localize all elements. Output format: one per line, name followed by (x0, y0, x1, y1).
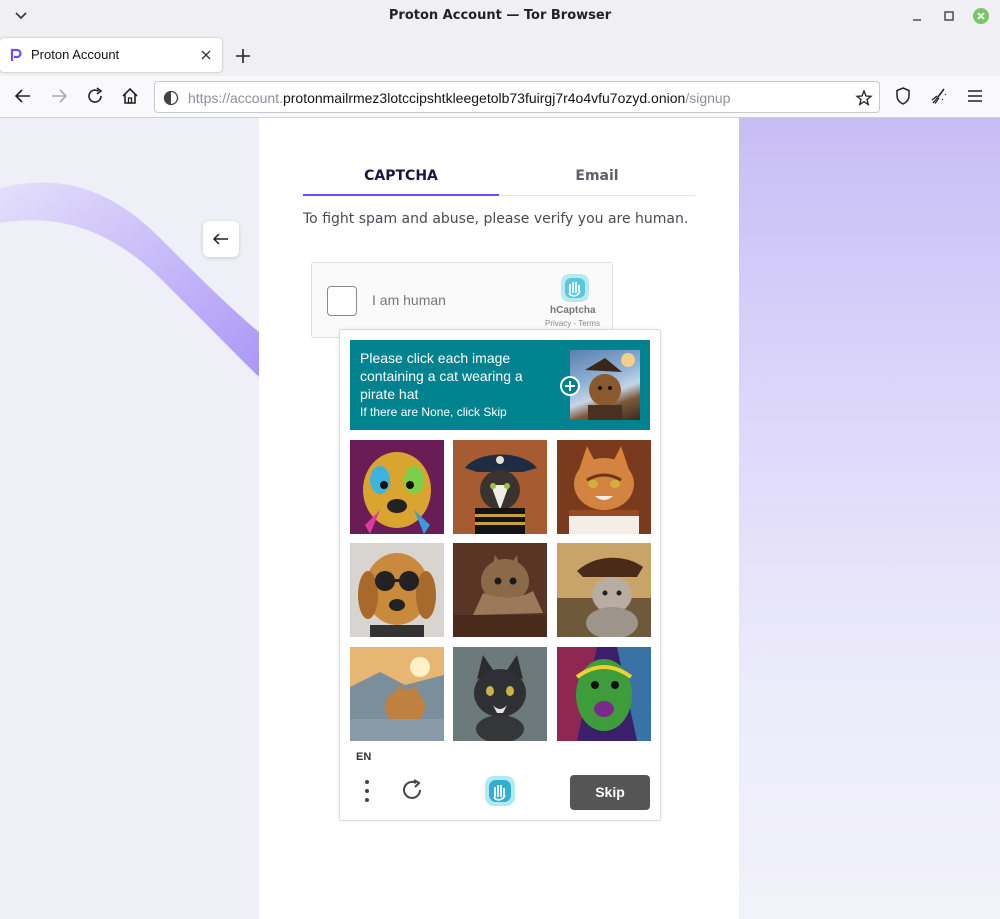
navigation-bar: https://account.protonmailrmez3lotccipsh… (0, 76, 1000, 118)
forward-icon[interactable] (49, 86, 69, 106)
window-title: Proton Account — Tor Browser (388, 8, 612, 23)
image-tile-cat-tabby[interactable] (557, 440, 651, 534)
back-button[interactable] (203, 221, 239, 257)
skip-button[interactable]: Skip (570, 775, 650, 810)
tab-proton-account[interactable]: Proton Account (0, 38, 222, 72)
title-bar: Proton Account — Tor Browser (0, 0, 1000, 32)
image-tile-cat-black-kitten[interactable] (453, 647, 547, 741)
challenge-prompt: Please click each image containing a cat… (350, 340, 650, 430)
maximize-icon[interactable] (939, 6, 959, 26)
url-text[interactable]: https://account.protonmailrmez3lotccipsh… (188, 90, 730, 106)
hcaptcha-widget: I am human hCaptcha Privacy - Terms (311, 262, 613, 338)
onion-site-icon[interactable] (163, 90, 179, 106)
page-content: CAPTCHA Email To fight spam and abuse, p… (0, 118, 1000, 919)
url-prefix: https://account. (188, 90, 283, 106)
bookmark-star-icon[interactable] (855, 89, 873, 107)
home-icon[interactable] (120, 86, 140, 106)
new-tab-icon[interactable] (233, 46, 253, 66)
tab-email[interactable]: Email (499, 164, 695, 196)
signup-panel: CAPTCHA Email To fight spam and abuse, p… (259, 118, 739, 919)
reload-icon[interactable] (85, 86, 105, 106)
url-bar[interactable]: https://account.protonmailrmez3lotccipsh… (154, 81, 880, 113)
back-icon[interactable] (13, 86, 33, 106)
image-tile-dog-sunglasses[interactable] (350, 543, 444, 637)
new-identity-broom-icon[interactable] (929, 86, 949, 106)
hcaptcha-logo-icon[interactable] (483, 774, 517, 808)
url-host: protonmailrmez3lotccipshtkleegetolb73fui… (282, 90, 686, 106)
minimize-icon[interactable] (907, 6, 927, 26)
more-options-icon[interactable] (357, 778, 377, 804)
close-tab-icon[interactable] (199, 48, 213, 62)
shield-icon[interactable] (893, 86, 913, 106)
language-selector[interactable]: EN (356, 751, 371, 763)
human-checkbox[interactable] (327, 286, 357, 316)
image-tile-cat-pirate-hat[interactable] (453, 440, 547, 534)
human-checkbox-label: I am human (372, 292, 446, 308)
hcaptcha-brand: hCaptcha (550, 305, 596, 316)
verify-instruction: To fight spam and abuse, please verify y… (303, 211, 689, 227)
image-tile-cat-tabby-leaning[interactable] (453, 543, 547, 637)
image-tile-dog-rainbow-2[interactable] (557, 647, 651, 741)
image-tile-dog-rainbow[interactable] (350, 440, 444, 534)
tab-label: Proton Account (31, 47, 120, 62)
tab-captcha[interactable]: CAPTCHA (303, 164, 499, 196)
url-path: /signup (685, 90, 731, 106)
hcaptcha-links[interactable]: Privacy - Terms (545, 319, 600, 328)
captcha-challenge: Please click each image containing a cat… (339, 329, 661, 821)
verification-tabs: CAPTCHA Email (303, 164, 695, 196)
arrow-left-icon (212, 233, 228, 245)
expand-plus-icon[interactable] (559, 375, 581, 397)
hamburger-menu-icon[interactable] (965, 86, 985, 106)
background-right (738, 118, 1000, 919)
proton-favicon-icon (10, 48, 22, 61)
image-tile-cat-mountain-sunset[interactable] (350, 647, 444, 741)
refresh-challenge-icon[interactable] (400, 778, 424, 802)
hcaptcha-logo-icon (561, 274, 589, 302)
close-window-icon[interactable] (971, 6, 991, 26)
prompt-text: Please click each image containing a cat… (360, 350, 523, 402)
image-tile-cat-pirate-sunset[interactable] (557, 543, 651, 637)
prompt-subtext: If there are None, click Skip (360, 405, 507, 419)
tab-strip: Proton Account (0, 32, 1000, 76)
